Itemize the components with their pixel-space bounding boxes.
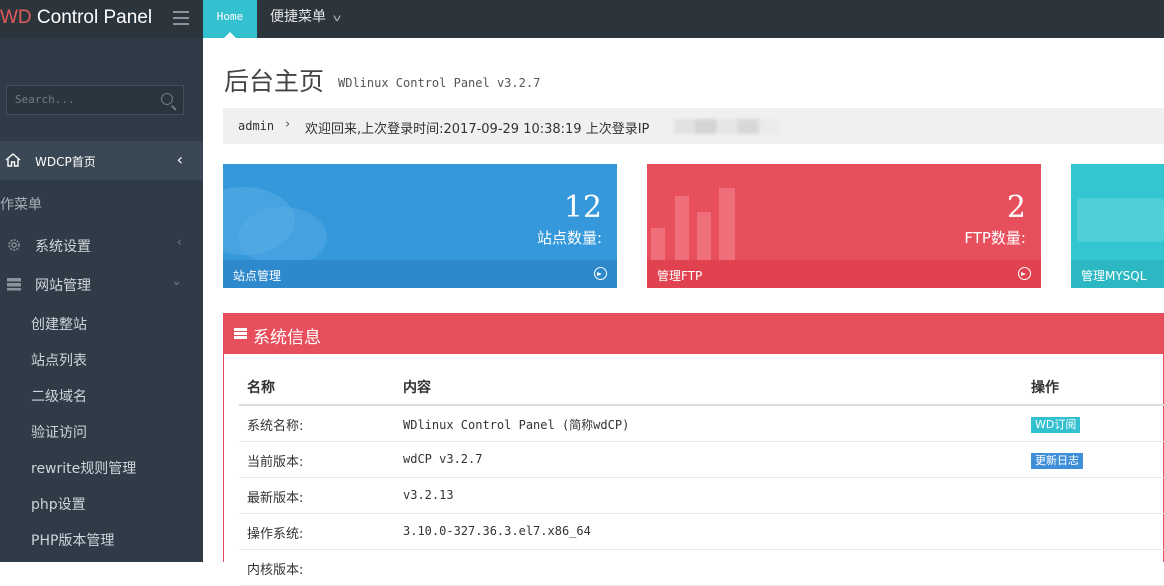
table-header-row: 名称 内容 操作 — [239, 369, 1164, 406]
sidebar-item-site-management[interactable]: 网站管理 ⌄ — [0, 266, 203, 302]
row-name: 操作系统: — [247, 527, 304, 542]
quick-menu-label: 便捷菜单 — [270, 9, 326, 25]
ftp-count: 2 — [1006, 190, 1026, 225]
mysql-manage-link[interactable]: 管理MYSQL — [1071, 260, 1164, 288]
ftp-card: 2 FTP数量: 管理FTP — [647, 164, 1041, 288]
tab-home[interactable]: Home — [203, 0, 257, 38]
chevron-down-icon: ⌄ — [171, 274, 182, 289]
sidebar-subitem-auth-access[interactable]: 验证访问 — [31, 422, 87, 442]
table-row: 操作系统: 3.10.0-327.36.3.el7.x86_64 — [239, 514, 1164, 550]
sidebar: Search... WDCP首页 ‹ 作菜单 系统设置 ‹ 网站管理 ⌄ 创建整… — [0, 38, 203, 562]
hamburger-menu-icon[interactable] — [173, 11, 189, 25]
sidebar-subitem-site-list[interactable]: 站点列表 — [31, 350, 87, 370]
arrow-circle-right-icon — [594, 267, 607, 280]
sidebar-item-label: WDCP首页 — [35, 155, 96, 169]
sites-caption: 站点数量: — [536, 229, 602, 247]
row-name: 当前版本: — [247, 455, 304, 470]
breadcrumb: admin › 欢迎回来,上次登录时间:2017-09-29 10:38:19 … — [223, 108, 1164, 144]
row-content: wdCP v3.2.7 — [403, 452, 483, 466]
breadcrumb-user[interactable]: admin — [238, 119, 274, 133]
sidebar-subitem-create-site[interactable]: 创建整站 — [31, 314, 87, 334]
row-content: 3.10.0-327.36.3.el7.x86_64 — [403, 524, 591, 538]
brand-suffix: Control Panel — [31, 7, 153, 28]
breadcrumb-separator: › — [285, 117, 291, 132]
row-name: 最新版本: — [247, 491, 304, 506]
ftp-caption: FTP数量: — [964, 229, 1026, 247]
changelog-button[interactable]: 更新日志 — [1031, 453, 1083, 469]
sidebar-item-system-settings[interactable]: 系统设置 ‹ — [0, 227, 203, 263]
row-content: v3.2.13 — [403, 488, 454, 502]
page-title: 后台主页 — [224, 67, 325, 96]
sidebar-subitem-rewrite[interactable]: rewrite规则管理 — [31, 458, 136, 478]
search-placeholder: Search... — [15, 93, 75, 106]
server-icon — [7, 278, 21, 291]
sites-card: 12 站点数量: 站点管理 — [223, 164, 617, 288]
sidebar-item-label: 网站管理 — [35, 278, 91, 294]
mysql-card: 管理MYSQL — [1071, 164, 1164, 288]
section-title: 作菜单 — [0, 197, 42, 213]
table-row: 当前版本: wdCP v3.2.7 更新日志 — [239, 442, 1164, 478]
search-input[interactable]: Search... — [6, 85, 184, 115]
bar-chart-icon — [651, 188, 735, 266]
home-icon — [5, 153, 21, 167]
top-bar: WD Control Panel Home 便捷菜单 v — [0, 0, 1164, 38]
sites-manage-link[interactable]: 站点管理 — [223, 260, 617, 288]
main-content: 后台主页 WDlinux Control Panel v3.2.7 admin … — [203, 38, 1164, 586]
sidebar-item-label: 系统设置 — [35, 239, 91, 255]
panel-header: 系统信息 — [224, 314, 1163, 354]
panel-title: 系统信息 — [253, 328, 321, 348]
sites-count: 12 — [563, 190, 602, 225]
quick-menu-dropdown[interactable]: 便捷菜单 v — [270, 0, 342, 38]
brand-prefix: WD — [0, 7, 32, 28]
server-icon — [234, 328, 247, 339]
redacted-ip — [674, 119, 780, 134]
row-content: WDlinux Control Panel (简称wdCP) — [403, 418, 630, 432]
ftp-manage-label: 管理FTP — [657, 269, 703, 283]
chevron-left-icon: ‹ — [176, 235, 182, 250]
header-content: 内容 — [403, 380, 431, 396]
chevron-down-icon: v — [332, 13, 342, 24]
chevron-left-icon: ‹ — [176, 150, 183, 169]
header-name: 名称 — [247, 380, 275, 396]
table-row: 最新版本: v3.2.13 — [239, 478, 1164, 514]
gear-icon — [8, 239, 20, 251]
comments-icon — [223, 187, 327, 267]
sidebar-subitem-php-settings[interactable]: php设置 — [31, 494, 86, 514]
row-name: 系统名称: — [247, 419, 304, 434]
sidebar-subitem-php-version[interactable]: PHP版本管理 — [31, 530, 114, 550]
sites-manage-label: 站点管理 — [233, 269, 282, 283]
table-row: 系统名称: WDlinux Control Panel (简称wdCP) WD订… — [239, 406, 1164, 442]
header-action: 操作 — [1031, 380, 1059, 396]
sidebar-item-home[interactable]: WDCP首页 ‹ — [0, 141, 203, 180]
arrow-circle-right-icon — [1018, 267, 1031, 280]
table-row: 内核版本: — [239, 550, 1164, 586]
page-subtitle: WDlinux Control Panel v3.2.7 — [338, 76, 541, 90]
sidebar-subitem-subdomain[interactable]: 二级域名 — [31, 386, 87, 406]
ftp-manage-link[interactable]: 管理FTP — [647, 260, 1041, 288]
search-icon[interactable] — [161, 93, 173, 105]
welcome-message: 欢迎回来,上次登录时间:2017-09-29 10:38:19 上次登录IP — [305, 122, 650, 137]
system-info-table: 名称 内容 操作 系统名称: WDlinux Control Panel (简称… — [239, 369, 1164, 586]
mysql-manage-label: 管理MYSQL — [1081, 269, 1147, 283]
wd-subscribe-button[interactable]: WD订阅 — [1031, 417, 1081, 433]
system-info-panel: 系统信息 名称 内容 操作 系统名称: WDlinux Control Pane… — [223, 313, 1164, 586]
database-icon — [1077, 198, 1164, 242]
